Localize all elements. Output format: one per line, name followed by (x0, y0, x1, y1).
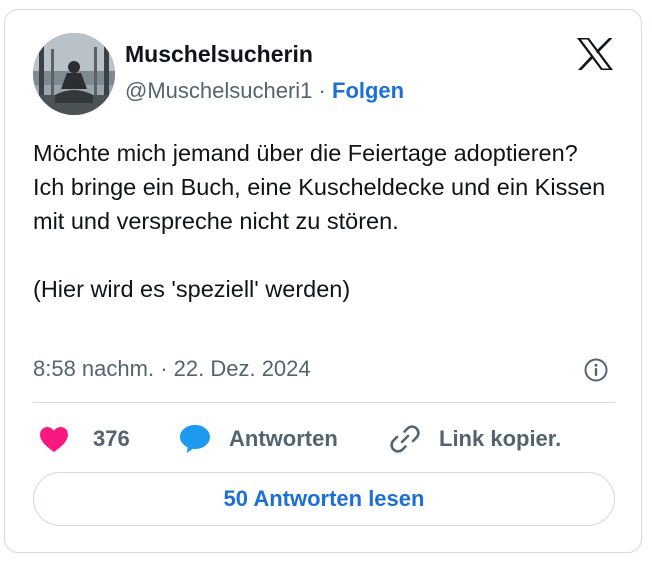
tweet-line: Möchte mich jemand über die Feiertage ad… (33, 140, 578, 166)
tweet-line: Ich bringe ein Buch, eine Kuscheldecke u… (33, 174, 606, 234)
avatar-image (33, 33, 115, 115)
timestamp-separator: · (160, 356, 168, 381)
reply-button[interactable]: Antworten (179, 419, 338, 459)
display-name[interactable]: Muschelsucherin (125, 40, 313, 68)
copy-link-label: Link kopier. (439, 426, 562, 451)
handle-separator: · (318, 78, 326, 103)
info-icon[interactable] (583, 357, 609, 383)
read-replies-button[interactable]: 50 Antworten lesen (33, 472, 615, 526)
tweet-line: (Hier wird es 'speziell' werden) (33, 276, 351, 302)
link-icon (389, 423, 421, 455)
tweet-date[interactable]: 22. Dez. 2024 (174, 356, 311, 381)
like-button[interactable]: 376 (39, 419, 130, 459)
tweet-time[interactable]: 8:58 nachm. (33, 356, 154, 381)
follow-button[interactable]: Folgen (332, 78, 404, 103)
tweet-timestamp: 8:58 nachm. · 22. Dez. 2024 (33, 355, 311, 383)
avatar[interactable] (33, 33, 115, 115)
user-handle[interactable]: @Muschelsucheri1 (125, 78, 312, 103)
tweet-card: Muschelsucherin @Muschelsucheri1 · Folge… (4, 9, 642, 553)
speech-bubble-icon (179, 424, 211, 454)
action-bar: 376 Antworten Link kopier. (33, 419, 615, 459)
divider (33, 402, 615, 403)
reply-label: Antworten (229, 426, 338, 451)
like-count: 376 (93, 426, 130, 451)
heart-icon (39, 426, 69, 453)
x-logo-icon[interactable] (576, 37, 614, 71)
copy-link-button[interactable]: Link kopier. (389, 419, 561, 459)
tweet-text: Möchte mich jemand über die Feiertage ad… (33, 136, 613, 306)
handle-row: @Muschelsucheri1 · Folgen (125, 77, 404, 105)
